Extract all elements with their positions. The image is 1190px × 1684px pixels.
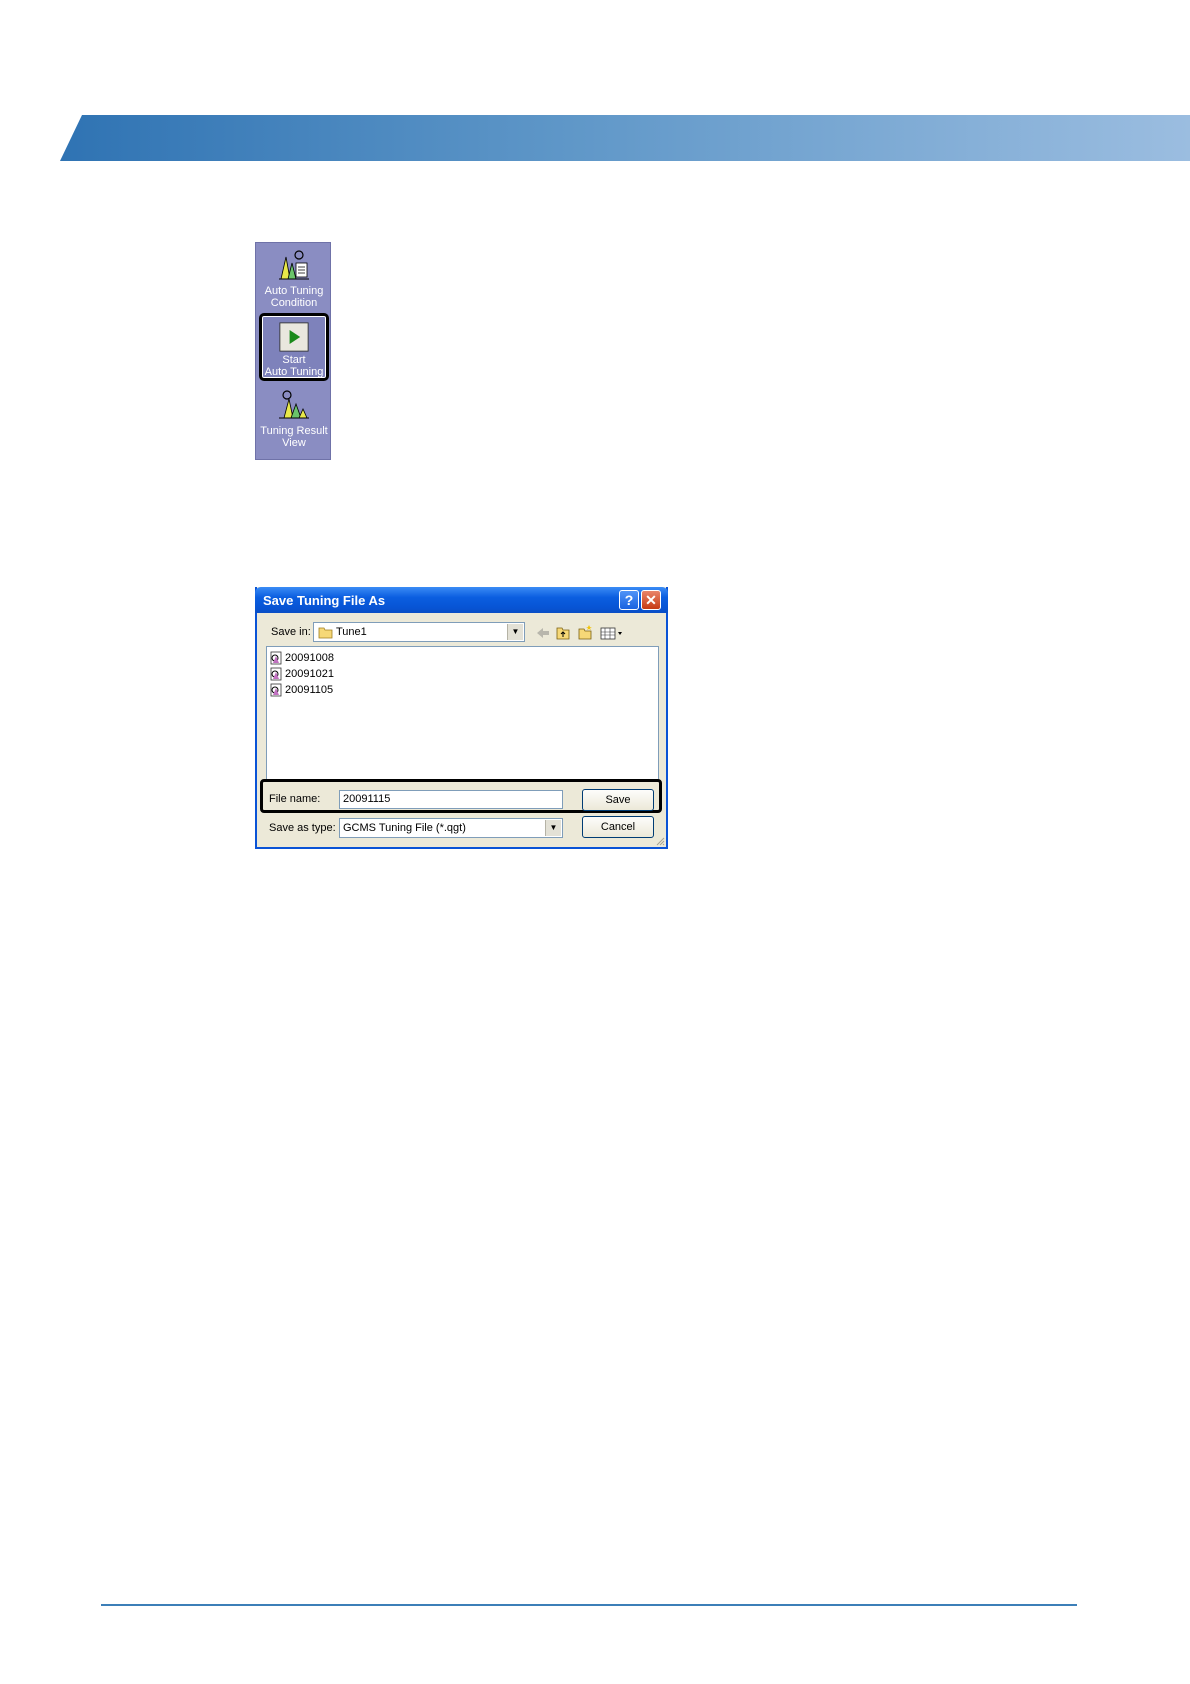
file-name-label: File name: [269, 793, 321, 805]
tuning-file-icon [270, 683, 282, 697]
save-in-dropdown[interactable]: Tune1 ▼ [313, 622, 525, 642]
file-name: 20091105 [285, 684, 334, 696]
file-list[interactable]: 20091008 20091021 20091105 [266, 646, 659, 781]
toolbar-label-line1: Auto Tuning [264, 285, 324, 297]
view-menu-icon[interactable] [600, 627, 622, 640]
toolbar-label-line1: Start [282, 354, 306, 366]
file-name: 20091021 [285, 668, 334, 680]
save-in-label: Save in: [271, 626, 311, 638]
back-icon[interactable] [537, 628, 549, 638]
save-as-type-label: Save as type: [269, 822, 336, 834]
dialog-titlebar: Save Tuning File As ? ✕ [255, 587, 668, 613]
cancel-button[interactable]: Cancel [582, 816, 654, 838]
dialog-title: Save Tuning File As [263, 593, 386, 608]
list-item[interactable]: 20091008 [269, 650, 334, 666]
chevron-down-icon[interactable]: ▼ [545, 820, 561, 836]
navigation-toolbar [537, 625, 622, 640]
save-as-type-value: GCMS Tuning File (*.qgt) [343, 822, 466, 834]
new-folder-icon[interactable] [578, 625, 592, 640]
tuning-file-icon [270, 651, 282, 665]
folder-icon [318, 627, 333, 639]
tuning-result-icon [279, 390, 309, 419]
play-icon [279, 322, 309, 352]
save-as-type-dropdown[interactable]: GCMS Tuning File (*.qgt) ▼ [339, 818, 563, 838]
toolbar-label-line2: Auto Tuning [264, 366, 324, 378]
file-name: 20091008 [285, 652, 334, 664]
save-in-value: Tune1 [336, 626, 367, 638]
chevron-down-icon[interactable]: ▼ [507, 624, 523, 640]
resize-grip-icon[interactable] [655, 836, 665, 846]
toolbar-label-line2: View [282, 437, 306, 449]
close-button[interactable]: ✕ [641, 590, 661, 610]
tuning-file-icon [270, 667, 282, 681]
footer-rule [101, 1604, 1077, 1606]
toolbar-label-line2: Condition [270, 297, 318, 309]
section-header-band [60, 115, 1190, 161]
start-auto-tuning-button[interactable]: Start Auto Tuning [259, 313, 329, 381]
up-folder-icon[interactable] [556, 627, 570, 640]
toolbar-label-line1: Tuning Result [260, 425, 328, 437]
file-name-input[interactable]: 20091115 [339, 790, 563, 809]
help-icon: ? [624, 592, 634, 608]
list-item[interactable]: 20091105 [269, 682, 333, 698]
list-item[interactable]: 20091021 [269, 666, 334, 682]
auto-tuning-condition-icon [279, 250, 309, 280]
help-button[interactable]: ? [619, 590, 639, 610]
tuning-result-view-button[interactable]: Tuning Result View [259, 385, 329, 453]
save-tuning-file-dialog: Save Tuning File As ? ✕ Save in: Tune1 ▼ [255, 587, 668, 849]
auto-tuning-condition-button[interactable]: Auto Tuning Condition [259, 245, 329, 313]
save-button[interactable]: Save [582, 789, 654, 811]
auto-tuning-toolbar: Auto Tuning Condition Start Auto Tuning … [255, 242, 331, 460]
close-icon: ✕ [645, 592, 657, 608]
